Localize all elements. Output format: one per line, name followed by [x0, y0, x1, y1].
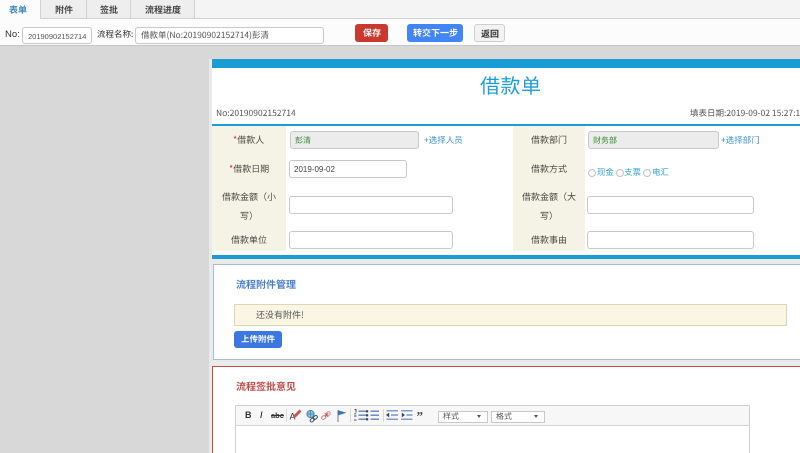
svg-text:”: ”	[417, 409, 424, 424]
